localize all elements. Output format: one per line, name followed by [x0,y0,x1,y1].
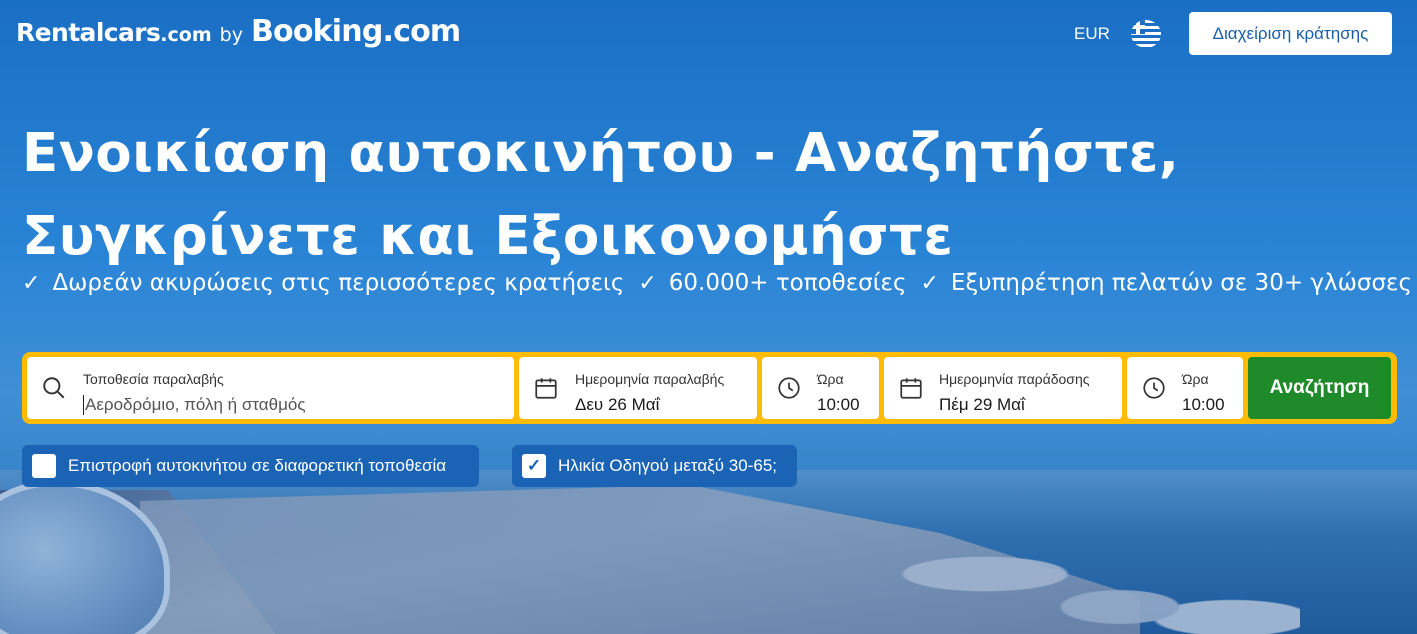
pickup-location-field[interactable]: Τοποθεσία παραλαβής Αεροδρόμιο, πόλη ή σ… [27,357,514,419]
calendar-icon [884,375,938,401]
currency-selector[interactable]: EUR [1074,24,1110,44]
checkmark-icon: ✓ [638,270,657,296]
pickup-date-value: Δευ 26 Μαΐ [575,395,660,414]
pickup-date-label: Ημερομηνία παραλαβής [575,371,725,387]
pickup-location-input[interactable]: Αεροδρόμιο, πόλη ή σταθμός [83,395,306,415]
search-button[interactable]: Αναζήτηση [1248,357,1391,419]
different-return-checkbox[interactable] [32,454,56,478]
dropoff-date-label: Ημερομηνία παράδοσης [939,371,1090,387]
pickup-time-value: 10:00 [817,395,860,414]
feature-label: Δωρεάν ακυρώσεις στις περισσότερες κρατή… [52,270,625,296]
page-title-line-1: Ενοικίαση αυτοκινήτου - Αναζητήστε, [22,123,1180,184]
calendar-icon [519,375,573,401]
clock-icon [1127,375,1181,401]
feature-item: ✓ Δωρεάν ακυρώσεις στις περισσότερες κρα… [22,270,624,296]
driver-age-label: Ηλικία Οδηγού μεταξύ 30-65; [558,456,778,475]
checkmark-icon: ✓ [22,270,41,296]
logo-rentalcars: Rentalcars [16,18,161,47]
dropoff-time-label: Ώρα [1182,371,1209,387]
greek-flag-icon[interactable] [1131,20,1161,48]
clock-icon [762,375,816,401]
rocks-image [850,530,1300,634]
logo-by: by [219,24,243,46]
page-title: Ενοικίαση αυτοκινήτου - Αναζητήστε, Συγκ… [22,112,1222,278]
feature-list: ✓ Δωρεάν ακυρώσεις στις περισσότερες κρα… [22,270,1412,296]
dropoff-time-value: 10:00 [1182,395,1225,414]
logo-booking: Booking.com [250,14,461,49]
dropoff-date-field[interactable]: Ημερομηνία παράδοσης Πέμ 29 Μαΐ [884,357,1122,419]
checkmark-icon: ✓ [920,270,939,296]
feature-item: ✓ 60.000+ τοποθεσίες [638,270,906,296]
page-title-line-2: Συγκρίνετε και Εξοικονομήστε [22,206,954,267]
site-logo[interactable]: Rentalcars.com by Booking.com [16,14,461,49]
dropoff-date-value: Πέμ 29 Μαΐ [939,395,1025,414]
manage-booking-button[interactable]: Διαχείριση κράτησης [1189,12,1392,55]
search-icon [27,375,81,401]
different-return-option[interactable]: Επιστροφή αυτοκινήτου σε διαφορετική τοπ… [22,445,479,487]
feature-label: 60.000+ τοποθεσίες [668,270,907,296]
logo-dotcom: .com [160,24,212,46]
dropoff-time-field[interactable]: Ώρα 10:00 [1127,357,1243,419]
different-return-label: Επιστροφή αυτοκινήτου σε διαφορετική τοπ… [68,456,447,475]
feature-label: Εξυπηρέτηση πελατών σε 30+ γλώσσες [950,270,1412,296]
pickup-time-field[interactable]: Ώρα 10:00 [762,357,879,419]
search-form: Τοποθεσία παραλαβής Αεροδρόμιο, πόλη ή σ… [22,352,1397,424]
feature-item: ✓ Εξυπηρέτηση πελατών σε 30+ γλώσσες [920,270,1412,296]
driver-age-option[interactable]: ✓ Ηλικία Οδηγού μεταξύ 30-65; [512,445,797,487]
driver-age-checkbox[interactable]: ✓ [522,454,546,478]
pickup-location-label: Τοποθεσία παραλαβής [83,371,224,387]
pickup-time-label: Ώρα [817,371,844,387]
pickup-date-field[interactable]: Ημερομηνία παραλαβής Δευ 26 Μαΐ [519,357,757,419]
